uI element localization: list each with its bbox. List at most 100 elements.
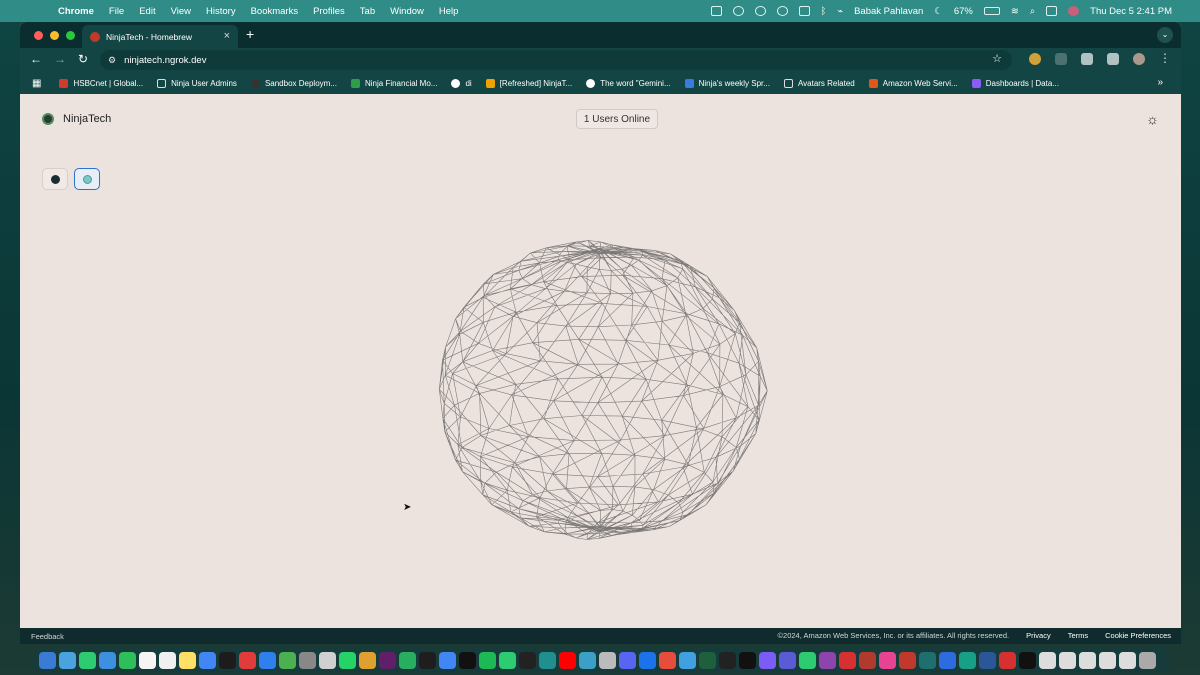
site-settings-icon[interactable]: ⚙ [108,55,116,66]
extension-grey-icon[interactable] [1055,53,1067,65]
menu-view[interactable]: View [171,6,191,17]
sun-theme-toggle-icon[interactable]: ☼ [1146,111,1159,127]
dock-app-icon[interactable] [1119,651,1136,669]
dock-app-icon[interactable] [459,651,476,669]
dock-app-icon[interactable] [1059,651,1076,669]
dock-app-icon[interactable] [1099,651,1116,669]
dock-app-icon[interactable] [319,651,336,669]
dock-app-icon[interactable] [1019,651,1036,669]
forward-arrow-icon[interactable]: → [54,52,66,66]
menu-user-name[interactable]: Babak Pahlavan [854,6,923,17]
dock-app-icon[interactable] [379,651,396,669]
dock-app-icon[interactable] [1079,651,1096,669]
dock-app-icon[interactable] [79,651,96,669]
dock-app-icon[interactable] [659,651,676,669]
dock-app-icon[interactable] [719,651,736,669]
menu-edit[interactable]: Edit [139,6,155,17]
dock-app-icon[interactable] [439,651,456,669]
dock-app-icon[interactable] [519,651,536,669]
dock-app-icon[interactable] [899,651,916,669]
menu-app-name[interactable]: Chrome [58,6,94,17]
bookmark-item[interactable]: The word "Gemini... [586,78,671,88]
close-window-button[interactable] [34,31,43,40]
bookmark-star-icon[interactable]: ☆ [992,52,1002,65]
dock-app-icon[interactable] [679,651,696,669]
profile-avatar[interactable] [1133,53,1145,65]
dock-app-icon[interactable] [359,651,376,669]
dock-app-icon[interactable] [399,651,416,669]
tab-search-chevron-icon[interactable]: ⌄ [1157,27,1173,43]
menu-help[interactable]: Help [439,6,459,17]
dock-app-icon[interactable] [419,651,436,669]
cookie-preferences-link[interactable]: Cookie Preferences [1105,631,1171,640]
dock-app-icon[interactable] [579,651,596,669]
bluetooth-icon[interactable]: ᛒ [821,6,827,17]
dock-app-icon[interactable] [499,651,516,669]
dock-app-icon[interactable] [839,651,856,669]
apps-grid-icon[interactable]: ▦ [32,78,41,89]
battery-icon[interactable] [983,7,1000,15]
dock-app-icon[interactable] [279,651,296,669]
status-app-icon[interactable] [710,6,722,16]
spotlight-search-icon[interactable]: ⌕ [1030,6,1035,17]
bookmark-folder[interactable]: Ninja User Admins [157,78,237,88]
dock-app-icon[interactable] [999,651,1016,669]
feedback-link[interactable]: Feedback [31,632,64,641]
dock-app-icon[interactable] [939,651,956,669]
bookmark-item[interactable]: Ninja's weekly Spr... [684,78,770,88]
menu-bookmarks[interactable]: Bookmarks [251,6,299,17]
dock-app-icon[interactable] [819,651,836,669]
reload-icon[interactable]: ↻ [78,52,88,66]
siri-icon[interactable] [1068,6,1080,16]
menu-profiles[interactable]: Profiles [313,6,345,17]
tab-ninjatech[interactable]: NinjaTech - Homebrew × [82,25,238,48]
brand[interactable]: NinjaTech [42,113,111,125]
menu-clock[interactable]: Thu Dec 5 2:41 PM [1090,6,1172,17]
bookmark-item[interactable]: Ninja Financial Mo... [350,78,437,88]
status-weather-icon[interactable]: ⌁ [837,6,843,17]
dock-app-icon[interactable] [59,651,76,669]
new-tab-plus-icon[interactable]: + [246,26,254,42]
extensions-puzzle-icon[interactable] [1107,53,1119,65]
bookmark-item[interactable]: [Refreshed] NinjaT... [485,78,572,88]
dock-app-icon[interactable] [759,651,776,669]
dock-app-icon[interactable] [979,651,996,669]
dock-app-icon[interactable] [859,651,876,669]
privacy-link[interactable]: Privacy [1026,631,1051,640]
dock-app-icon[interactable] [1139,651,1156,669]
dock-app-icon[interactable] [479,651,496,669]
minimize-window-button[interactable] [50,31,59,40]
dock-app-icon[interactable] [599,651,616,669]
status-screen-icon[interactable] [798,6,810,16]
zoom-window-button[interactable] [66,31,75,40]
dock-app-icon[interactable] [99,651,116,669]
bookmark-item[interactable]: Sandbox Deploym... [250,78,337,88]
dock-app-icon[interactable] [179,651,196,669]
battery-percent[interactable]: 67% [954,6,973,17]
menu-history[interactable]: History [206,6,236,17]
dock-app-icon[interactable] [39,651,56,669]
extension-media-icon[interactable] [1081,53,1093,65]
wifi-icon[interactable]: ≋ [1011,6,1019,17]
dock-app-icon[interactable] [339,651,356,669]
menu-tab[interactable]: Tab [360,6,375,17]
status-play-icon[interactable] [754,6,766,16]
status-record-icon[interactable] [776,6,788,16]
dock-app-icon[interactable] [219,651,236,669]
control-center-icon[interactable] [1046,6,1058,16]
dock-app-icon[interactable] [559,651,576,669]
dock-app-icon[interactable] [919,651,936,669]
dock-app-icon[interactable] [699,651,716,669]
dock-app-icon[interactable] [739,651,756,669]
dock-app-icon[interactable] [259,651,276,669]
avatar-view-button[interactable] [42,168,68,190]
dock-app-icon[interactable] [619,651,636,669]
extension-color-icon[interactable] [1029,53,1041,65]
dock-app-icon[interactable] [299,651,316,669]
dock-app-icon[interactable] [959,651,976,669]
dock-app-icon[interactable] [119,651,136,669]
dock-app-icon[interactable] [199,651,216,669]
back-arrow-icon[interactable]: ← [30,52,42,66]
globe-view-button[interactable] [74,168,100,190]
menu-file[interactable]: File [109,6,124,17]
